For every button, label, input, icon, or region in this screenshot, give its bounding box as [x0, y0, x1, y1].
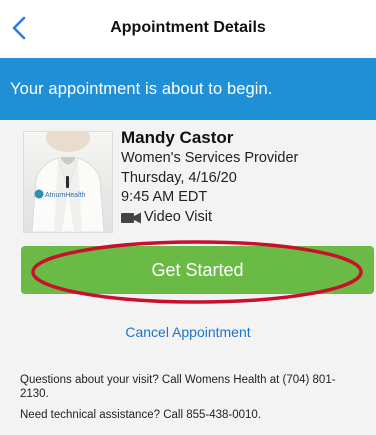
nav-bar: Appointment Details: [0, 0, 376, 59]
appointment-time: 9:45 AM EDT: [121, 189, 208, 205]
video-camera-icon: [121, 212, 141, 224]
provider-photo: AtriumHealth: [23, 131, 113, 233]
get-started-button[interactable]: Get Started: [21, 246, 374, 294]
banner-message: Your appointment is about to begin.: [10, 80, 273, 98]
page-title: Appointment Details: [110, 19, 266, 36]
atrium-health-logo: AtriumHealth: [45, 192, 86, 199]
provider-name: Mandy Castor: [121, 128, 234, 147]
questions-text: Questions about your visit? Call Womens …: [20, 374, 336, 400]
provider-role: Women's Services Provider: [121, 150, 299, 166]
visit-type-label: Video Visit: [144, 209, 212, 225]
technical-help-text: Need technical assistance? Call 855-438-…: [20, 409, 262, 421]
cancel-appointment-link[interactable]: Cancel Appointment: [0, 324, 376, 340]
status-banner: Your appointment is about to begin.: [0, 58, 376, 120]
appointment-date: Thursday, 4/16/20: [121, 170, 237, 186]
